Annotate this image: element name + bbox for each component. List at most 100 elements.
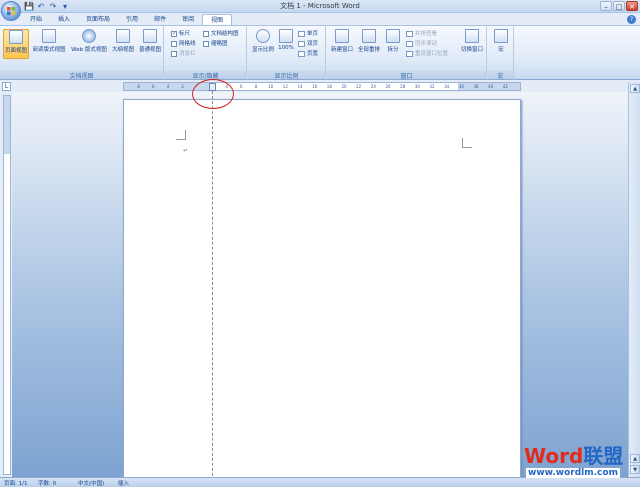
tab-references[interactable]: 引用	[118, 14, 146, 25]
full-screen-reading-icon	[42, 29, 56, 43]
indent-guide-line	[212, 91, 213, 481]
new-window-icon	[335, 29, 349, 43]
ruler-tick: 16	[312, 84, 318, 89]
insert-mode[interactable]: 插入	[118, 479, 129, 487]
tab-selector[interactable]: L	[2, 82, 11, 91]
watermark-lm: 联盟	[583, 444, 624, 468]
sync-scroll-button: 同步滚动	[406, 40, 437, 48]
zoom-100-label: 100%	[278, 45, 294, 51]
word-count[interactable]: 字数: 0	[38, 479, 56, 487]
tab-insert[interactable]: 插入	[50, 14, 78, 25]
maximize-button[interactable]: □	[613, 1, 625, 11]
zoom-button-label: 显示比例	[251, 47, 274, 53]
reset-position-button: 重设窗口位置	[406, 50, 448, 58]
full-screen-reading-button[interactable]: 阅读版式视图	[31, 29, 67, 59]
two-pages-label: 双页	[307, 41, 319, 47]
tab-view[interactable]: 视图	[202, 14, 233, 25]
draft-label: 普通视图	[138, 47, 161, 53]
one-page-button[interactable]: 单页	[298, 30, 318, 38]
ruler-tick: 36	[458, 84, 464, 89]
crop-mark-top-left	[176, 130, 186, 140]
ruler-checkbox-label: 标尺	[179, 31, 191, 37]
ruler-tick: 10	[268, 84, 274, 89]
message-bar-box-icon	[171, 50, 177, 57]
web-layout-button[interactable]: Web 版式视图	[69, 29, 109, 59]
document-map-checkbox[interactable]: 文档结构图	[203, 30, 239, 38]
ruler-tick: 14	[297, 84, 303, 89]
side-by-side-button: 并排查看	[406, 30, 437, 38]
vertical-ruler[interactable]	[3, 95, 11, 475]
ruler-check-icon: ✓	[171, 30, 177, 37]
macros-button[interactable]: 宏	[491, 29, 511, 59]
arrange-all-label: 全部重排	[357, 47, 380, 53]
scroll-up-icon[interactable]: ▲	[630, 84, 640, 93]
tab-page-layout[interactable]: 页面布局	[78, 14, 118, 25]
ruler-tick: 28	[400, 84, 406, 89]
minimize-button[interactable]: –	[600, 1, 612, 11]
ruler-tick: 34	[444, 84, 450, 89]
wordlm-watermark-logo: Word联盟	[524, 446, 623, 466]
language-indicator[interactable]: 中文(中国)	[78, 479, 104, 487]
ruler-tick: 12	[282, 84, 288, 89]
group-macros: 宏 宏	[488, 26, 514, 80]
macros-icon	[494, 29, 508, 43]
close-button[interactable]: ✕	[626, 1, 638, 11]
help-icon[interactable]: ?	[627, 15, 636, 24]
full-screen-reading-label: 阅读版式视图	[32, 47, 66, 53]
tab-home[interactable]: 开始	[22, 14, 50, 25]
switch-windows-icon	[465, 29, 479, 43]
draft-button[interactable]: 普通视图	[137, 29, 163, 59]
group-label-window: 窗口	[327, 71, 486, 80]
ruler-tick: 30	[414, 84, 420, 89]
ruler-checkbox[interactable]: ✓ 标尺	[171, 30, 190, 38]
reset-position-label: 重设窗口位置	[415, 51, 449, 57]
side-by-side-label: 并排查看	[415, 31, 438, 37]
split-button[interactable]: 拆分	[384, 29, 402, 59]
page-count[interactable]: 页面: 1/1	[4, 479, 27, 487]
ruler-tick: 40	[488, 84, 494, 89]
ribbon: 页面视图 阅读版式视图 Web 版式视图 大纲视图 普通视图 文档视图 ✓ 标尺 …	[0, 25, 640, 80]
ruler-tick: 4	[166, 84, 170, 89]
office-button[interactable]	[1, 1, 21, 21]
crop-mark-top-right	[462, 138, 472, 148]
outline-button[interactable]: 大纲视图	[110, 29, 136, 59]
tab-review[interactable]: 审阅	[174, 14, 202, 25]
paragraph-mark: ↵	[183, 147, 189, 154]
window-controls: – □ ✕	[600, 1, 638, 11]
side-by-side-icon	[406, 30, 413, 37]
prev-page-icon[interactable]: ▲	[630, 454, 640, 463]
group-label-macros: 宏	[488, 71, 513, 80]
thumbnails-checkbox[interactable]: 缩略图	[203, 40, 228, 48]
zoom-100-button[interactable]: 100%	[277, 29, 295, 59]
ruler-tick: 42	[502, 84, 508, 89]
new-window-label: 新建窗口	[330, 47, 353, 53]
vertical-scrollbar[interactable]: ▲ ▲ ▼	[628, 82, 640, 477]
switch-windows-button[interactable]: 切换窗口	[458, 29, 486, 59]
tab-mailings[interactable]: 邮件	[146, 14, 174, 25]
ruler-tick: 18	[326, 84, 332, 89]
split-icon	[386, 29, 400, 43]
zoom-button[interactable]: 显示比例	[250, 29, 276, 59]
print-layout-icon	[9, 30, 23, 44]
page-width-button[interactable]: 页宽	[298, 50, 318, 58]
two-pages-button[interactable]: 双页	[298, 40, 318, 48]
ruler-tick: 8	[137, 84, 140, 89]
arrange-all-button[interactable]: 全部重排	[356, 29, 382, 59]
next-page-icon[interactable]: ▼	[630, 465, 640, 474]
document-page[interactable]: ↵	[123, 99, 521, 479]
page-width-icon	[298, 50, 305, 57]
gridlines-checkbox[interactable]: 网格线	[171, 40, 196, 48]
magnifier-icon	[256, 29, 270, 43]
ruler-tick: 24	[370, 84, 376, 89]
group-document-views: 页面视图 阅读版式视图 Web 版式视图 大纲视图 普通视图 文档视图	[0, 26, 164, 80]
watermark-url: www.wordlm.com	[526, 468, 620, 478]
web-layout-label: Web 版式视图	[71, 47, 107, 53]
new-window-button[interactable]: 新建窗口	[329, 29, 355, 59]
page-width-label: 页宽	[307, 51, 319, 57]
web-layout-icon	[82, 29, 96, 43]
horizontal-ruler[interactable]: 8642246810121416182022242628303234363840…	[123, 82, 521, 91]
document-map-box-icon	[203, 30, 209, 37]
ruler-tick: 38	[473, 84, 479, 89]
gridlines-checkbox-label: 网格线	[179, 41, 196, 47]
print-layout-button[interactable]: 页面视图	[3, 29, 29, 59]
